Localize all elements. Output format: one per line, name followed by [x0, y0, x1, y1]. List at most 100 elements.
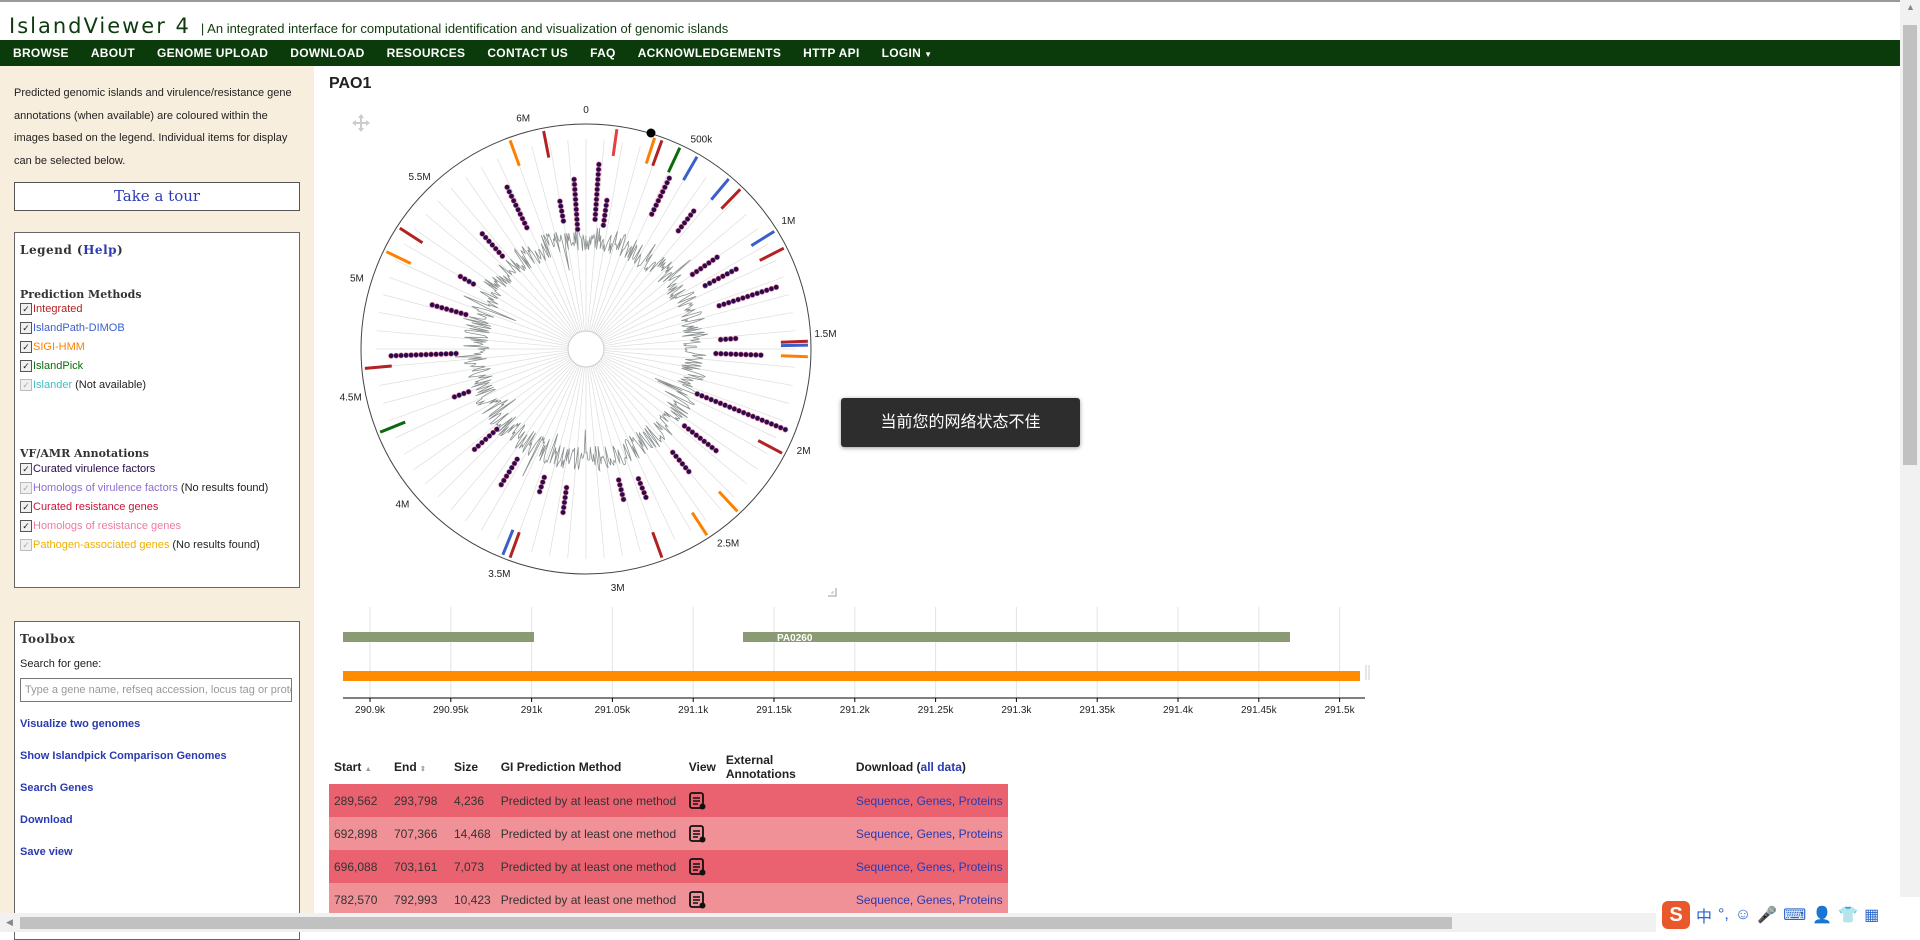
grid-menu-icon[interactable]: ▦ [1864, 905, 1879, 925]
sequence-link[interactable]: Sequence [856, 827, 910, 841]
ime-lang[interactable]: 中 [1696, 903, 1712, 927]
visualize-two-genomes-link[interactable]: Visualize two genomes [20, 718, 140, 730]
scroll-left-icon[interactable]: ◀ [6, 917, 13, 928]
nav-download[interactable]: DOWNLOAD [290, 46, 364, 60]
scroll-up-icon[interactable]: ▲ [1906, 2, 1915, 12]
table-row[interactable]: 696,088703,1617,073Predicted by at least… [329, 850, 1008, 883]
genes-link[interactable]: Genes [917, 794, 952, 808]
view-document-icon[interactable] [689, 857, 707, 877]
virulence-factor-dot [561, 218, 566, 223]
gene-search-input[interactable]: Type a gene name, refseq accession, locu… [20, 678, 292, 702]
nav-browse[interactable]: BROWSE [13, 46, 69, 60]
nav-faq[interactable]: FAQ [590, 46, 616, 60]
skin-icon[interactable]: 👕 [1838, 905, 1858, 925]
nav-resources[interactable]: RESOURCES [387, 46, 466, 60]
cell-view [684, 883, 721, 916]
save-view-link[interactable]: Save view [20, 846, 73, 858]
download-link[interactable]: Download [20, 814, 73, 826]
prediction-method-item[interactable]: ✓IslandPick [20, 360, 83, 372]
move-handle-icon[interactable] [352, 114, 370, 132]
checkbox[interactable]: ✓ [20, 501, 32, 513]
nav-contact-us[interactable]: CONTACT US [487, 46, 568, 60]
genes-link[interactable]: Genes [917, 893, 952, 907]
island-bar-left[interactable] [343, 632, 534, 642]
sequence-link[interactable]: Sequence [856, 860, 910, 874]
genomic-island-marker [400, 228, 423, 243]
radial-grid-line [497, 159, 578, 333]
sigi-hmm-bar[interactable] [343, 671, 1360, 681]
prediction-method-item[interactable]: ✓IslandPath-DIMOB [20, 322, 125, 334]
microphone-icon[interactable]: 🎤 [1757, 905, 1777, 925]
nav-genome-upload[interactable]: GENOME UPLOAD [157, 46, 268, 60]
vf-amr-annotation-item[interactable]: ✓Curated resistance genes [20, 501, 158, 513]
circular-genome-plot[interactable]: 0500k1M1.5M2M2.5M3M3.5M4M4.5M5M5.5M6M [330, 95, 850, 605]
checkbox[interactable]: ✓ [20, 539, 32, 551]
checkbox[interactable]: ✓ [20, 482, 32, 494]
horizontal-scrollbar[interactable]: ◀ [0, 913, 1900, 932]
prediction-method-item[interactable]: ✓SIGI-HMM [20, 341, 85, 353]
legend-help-link[interactable]: Help [83, 243, 117, 257]
show-islandpick-genomes-link[interactable]: Show Islandpick Comparison Genomes [20, 750, 227, 762]
circos-tick-label: 3M [611, 583, 625, 594]
nav-acknowledgements[interactable]: ACKNOWLEDGEMENTS [638, 46, 781, 60]
checkbox[interactable]: ✓ [20, 360, 32, 372]
cell-download: Sequence, Genes, Proteins [851, 817, 1008, 850]
nav-http-api[interactable]: HTTP API [803, 46, 859, 60]
virulence-factor-dot [713, 448, 718, 453]
genomic-island-marker [692, 513, 707, 536]
nav-about[interactable]: ABOUT [91, 46, 135, 60]
proteins-link[interactable]: Proteins [959, 827, 1003, 841]
keyboard-icon[interactable]: ⌨ [1783, 905, 1806, 925]
col-size[interactable]: Size [449, 750, 496, 784]
prediction-method-item[interactable]: ✓Islander(Not available) [20, 379, 146, 391]
table-row[interactable]: 782,570792,99310,423Predicted by at leas… [329, 883, 1008, 916]
table-row[interactable]: 692,898707,36614,468Predicted by at leas… [329, 817, 1008, 850]
proteins-link[interactable]: Proteins [959, 860, 1003, 874]
checkbox[interactable]: ✓ [20, 303, 32, 315]
sequence-link[interactable]: Sequence [856, 794, 910, 808]
proteins-link[interactable]: Proteins [959, 794, 1003, 808]
genes-link[interactable]: Genes [917, 860, 952, 874]
sequence-link[interactable]: Sequence [856, 893, 910, 907]
track-tick-label: 291.3k [1001, 705, 1032, 716]
prediction-method-item[interactable]: ✓Integrated [20, 303, 83, 315]
punctuation-icon[interactable]: °, [1718, 906, 1729, 924]
take-tour-button[interactable]: Take a tour [14, 182, 300, 211]
search-genes-link[interactable]: Search Genes [20, 782, 93, 794]
horizontal-scroll-thumb[interactable] [20, 917, 1452, 929]
brand-logo[interactable]: IslandViewer 4 [9, 14, 191, 40]
col-end[interactable]: End ⇕ [389, 750, 449, 784]
all-data-link[interactable]: all data [921, 760, 962, 774]
genes-link[interactable]: Genes [917, 827, 952, 841]
view-document-icon[interactable] [689, 824, 707, 844]
user-icon[interactable]: 👤 [1812, 905, 1832, 925]
genomic-island-marker [653, 532, 662, 557]
vertical-scrollbar[interactable]: ▲ ▼ [1900, 0, 1920, 913]
proteins-link[interactable]: Proteins [959, 893, 1003, 907]
checkbox[interactable]: ✓ [20, 379, 32, 391]
virulence-factor-dot [723, 337, 728, 342]
view-document-icon[interactable] [689, 890, 707, 910]
emoji-icon[interactable]: ☺ [1735, 906, 1751, 924]
gene-bar-pa0260[interactable] [743, 632, 1290, 642]
vf-amr-annotation-item[interactable]: ✓Pathogen-associated genes(No results fo… [20, 539, 260, 551]
col-start[interactable]: Start ▲ [329, 750, 389, 784]
rotation-handle[interactable] [647, 129, 656, 138]
checkbox[interactable]: ✓ [20, 463, 32, 475]
vf-amr-annotation-item[interactable]: ✓Curated virulence factors [20, 463, 155, 475]
track-resize-handle[interactable] [1366, 665, 1369, 680]
checkbox[interactable]: ✓ [20, 341, 32, 353]
resize-handle-icon[interactable] [828, 588, 836, 596]
linear-genome-track[interactable]: PA0260 290.9k290.95k291k291.05k291.1k291… [330, 602, 1370, 717]
checkbox[interactable]: ✓ [20, 322, 32, 334]
legend-title: Legend (Help) [20, 243, 123, 257]
table-row[interactable]: 289,562293,7984,236Predicted by at least… [329, 784, 1008, 817]
virulence-factor-dot [472, 447, 477, 452]
view-document-icon[interactable] [689, 791, 707, 811]
checkbox[interactable]: ✓ [20, 520, 32, 532]
vf-amr-annotation-item[interactable]: ✓Homologs of resistance genes [20, 520, 181, 532]
vertical-scroll-thumb[interactable] [1903, 25, 1917, 465]
vf-amr-annotation-item[interactable]: ✓Homologs of virulence factors(No result… [20, 482, 268, 494]
sogou-logo-icon[interactable]: S [1662, 901, 1690, 929]
nav-login[interactable]: LOGIN▼ [882, 46, 933, 60]
